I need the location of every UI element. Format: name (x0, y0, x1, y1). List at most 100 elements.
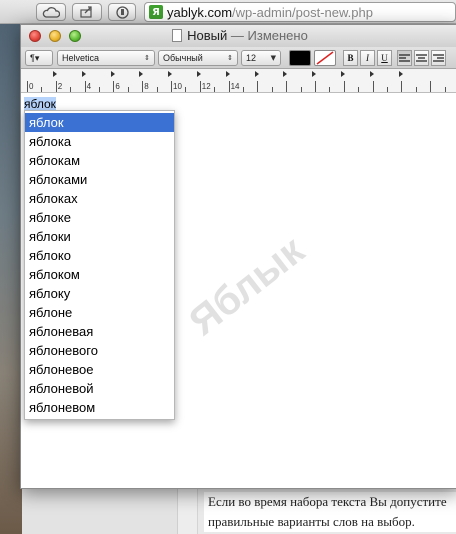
font-style-select[interactable]: Обычный ⇕ (158, 50, 238, 66)
autocomplete-item[interactable]: яблоками (25, 170, 174, 189)
article-text: Если во время набора текста Вы допустите… (204, 492, 456, 532)
align-left-button[interactable] (397, 50, 412, 66)
align-left-icon (399, 53, 410, 62)
ruler-tick (315, 81, 316, 92)
ruler-tick (55, 81, 57, 92)
document-area[interactable]: Яблык яблок яблок яблока яблокам яблоками яб… (21, 94, 456, 488)
ruler-label: 4 (86, 82, 92, 91)
autocomplete-item[interactable]: яблок (25, 113, 174, 132)
autocomplete-item[interactable]: яблоневая (25, 322, 174, 341)
updown-icon: ⇕ (144, 54, 150, 62)
tab-stop-marker[interactable] (197, 71, 201, 77)
paragraph-style-menu[interactable]: ¶▾ (25, 50, 53, 66)
autocomplete-item[interactable]: яблоком (25, 265, 174, 284)
ruler-label: 6 (115, 82, 120, 91)
article-line-1: Если во время набора текста Вы допустите (208, 494, 447, 509)
italic-button[interactable]: I (360, 50, 375, 66)
autocomplete-item[interactable]: яблоневое (25, 360, 174, 379)
autocomplete-item[interactable]: яблоневой (25, 379, 174, 398)
highlight-color-well[interactable] (314, 50, 336, 66)
tab-stop-marker[interactable] (341, 71, 345, 77)
text-color-well[interactable] (289, 50, 311, 66)
font-size-select[interactable]: 12 ▼ (241, 50, 281, 66)
ruler-tick (99, 87, 100, 92)
align-right-button[interactable] (431, 50, 446, 66)
bold-button[interactable]: B (343, 50, 358, 66)
chevron-down-icon: ▼ (270, 54, 276, 62)
browser-page-content: Если во время набора текста Вы допустите… (22, 488, 456, 534)
tab-stop-marker[interactable] (398, 71, 403, 77)
desktop-background (0, 0, 22, 534)
align-center-button[interactable] (414, 50, 429, 66)
ruler-tick (286, 81, 288, 92)
tab-stop-marker[interactable] (139, 71, 144, 77)
ruler-tick (127, 87, 129, 92)
extension-button[interactable] (108, 3, 136, 21)
font-family-value: Helvetica (62, 53, 100, 63)
tab-stop-marker[interactable] (81, 71, 86, 77)
tab-stop-marker[interactable] (312, 71, 317, 77)
underline-button[interactable]: U (377, 50, 392, 66)
tab-stop-marker[interactable] (225, 71, 230, 77)
ruler-tick (329, 87, 331, 92)
url-path: /wp-admin/post-new.php (232, 4, 373, 20)
ruler-tick (430, 81, 432, 92)
updown-icon: ⇕ (227, 54, 233, 62)
no-color-icon (316, 51, 334, 65)
share-button[interactable] (72, 3, 102, 21)
textedit-window: Новый — Изменено ¶▾ Helvetica ⇕ Обычный ⇕ … (20, 24, 456, 489)
watermark: Яблык (181, 228, 313, 345)
autocomplete-popup[interactable]: яблок яблока яблокам яблоками яблоках яблоке я… (24, 110, 175, 420)
autocomplete-item[interactable]: яблоке (25, 208, 174, 227)
admin-sidebar (22, 488, 178, 534)
ruler-tick (401, 81, 403, 92)
ruler-tick (372, 81, 374, 92)
ruler-tick (156, 87, 158, 92)
font-family-select[interactable]: Helvetica ⇕ (57, 50, 155, 66)
share-icon (80, 6, 92, 18)
ruler-tick (84, 81, 86, 92)
typed-text: яблок (24, 97, 56, 111)
ruler-tick (142, 81, 144, 92)
ruler-tick (41, 87, 43, 92)
window-titlebar[interactable]: Новый — Изменено (21, 25, 456, 47)
cloud-icon (42, 6, 60, 18)
autocomplete-item[interactable]: яблоки (25, 227, 174, 246)
browser-toolbar: Я yablyk.com/wp-admin/post-new.php (0, 0, 456, 24)
tab-stop-marker[interactable] (283, 71, 288, 77)
ruler-tick (358, 87, 360, 92)
autocomplete-item[interactable]: яблоку (25, 284, 174, 303)
autocomplete-item[interactable]: яблоках (25, 189, 174, 208)
ruler-label: 10 (173, 82, 182, 91)
tab-stop-marker[interactable] (369, 71, 374, 77)
ruler-tick (415, 87, 417, 92)
autocomplete-item[interactable]: яблоне (25, 303, 174, 322)
editor-gutter (178, 488, 198, 534)
ruler-tick (214, 87, 216, 92)
address-bar[interactable]: Я yablyk.com/wp-admin/post-new.php (144, 2, 456, 22)
hand-icon (115, 5, 129, 19)
ruler-tick (257, 81, 259, 92)
article-line-2: правильные варианты слов на выбор. (208, 514, 415, 529)
autocomplete-item[interactable]: яблокам (25, 151, 174, 170)
ruler-tick (300, 87, 302, 92)
ruler-tick (271, 87, 273, 92)
tab-stop-marker[interactable] (110, 71, 115, 77)
icloud-button[interactable] (36, 3, 66, 21)
title-separator: — (227, 28, 248, 43)
align-center-icon (416, 53, 427, 62)
tab-stop-marker[interactable] (254, 71, 259, 77)
ruler-tick (243, 87, 244, 92)
ruler-label: 12 (201, 82, 211, 91)
url-host: yablyk.com (167, 4, 233, 20)
autocomplete-item[interactable]: яблоко (25, 246, 174, 265)
ruler-tick (185, 87, 187, 92)
autocomplete-item[interactable]: яблоневом (25, 398, 174, 417)
document-icon[interactable] (172, 29, 183, 42)
ruler[interactable]: 0 2 4 6 8 10 12 14 (21, 69, 456, 93)
tab-stop-marker[interactable] (168, 71, 173, 77)
autocomplete-item[interactable]: яблока (25, 132, 174, 151)
ruler-tick (444, 87, 446, 92)
tab-stop-marker[interactable] (53, 71, 57, 77)
autocomplete-item[interactable]: яблоневого (25, 341, 174, 360)
